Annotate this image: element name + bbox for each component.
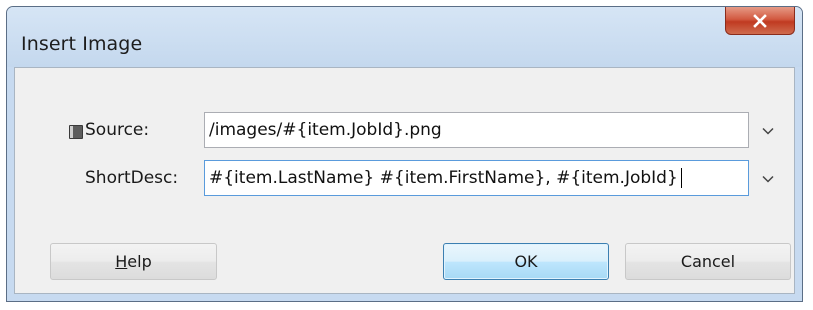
source-input[interactable]: /images/#{item.JobId}.png — [204, 112, 749, 148]
ok-button[interactable]: OK — [443, 243, 609, 280]
source-value: /images/#{item.JobId}.png — [209, 120, 442, 140]
dialog-title: Insert Image — [21, 33, 143, 55]
cancel-button[interactable]: Cancel — [625, 243, 791, 280]
ok-button-label: OK — [514, 252, 538, 271]
chevron-down-icon — [762, 127, 774, 135]
database-icon — [69, 125, 83, 139]
shortdesc-dropdown-button[interactable] — [756, 165, 780, 193]
title-bar[interactable]: Insert Image — [7, 7, 802, 67]
source-dropdown-button[interactable] — [756, 117, 780, 145]
source-label: Source: — [85, 120, 150, 140]
close-icon — [753, 13, 767, 28]
shortdesc-label: ShortDesc: — [85, 168, 179, 188]
cancel-button-label: Cancel — [680, 252, 736, 271]
dialog-content: Source: /images/#{item.JobId}.png ShortD… — [14, 67, 795, 294]
chevron-down-icon — [762, 175, 774, 183]
close-button[interactable] — [725, 7, 795, 35]
insert-image-dialog: Insert Image Source: /images/#{item.JobI… — [6, 6, 803, 302]
help-button-label: Help — [115, 252, 152, 271]
shortdesc-value: #{item.LastName} #{item.FirstName}, #{it… — [209, 168, 678, 188]
shortdesc-input[interactable]: #{item.LastName} #{item.FirstName}, #{it… — [204, 160, 749, 196]
text-caret — [680, 168, 682, 188]
help-button[interactable]: Help — [50, 243, 217, 280]
